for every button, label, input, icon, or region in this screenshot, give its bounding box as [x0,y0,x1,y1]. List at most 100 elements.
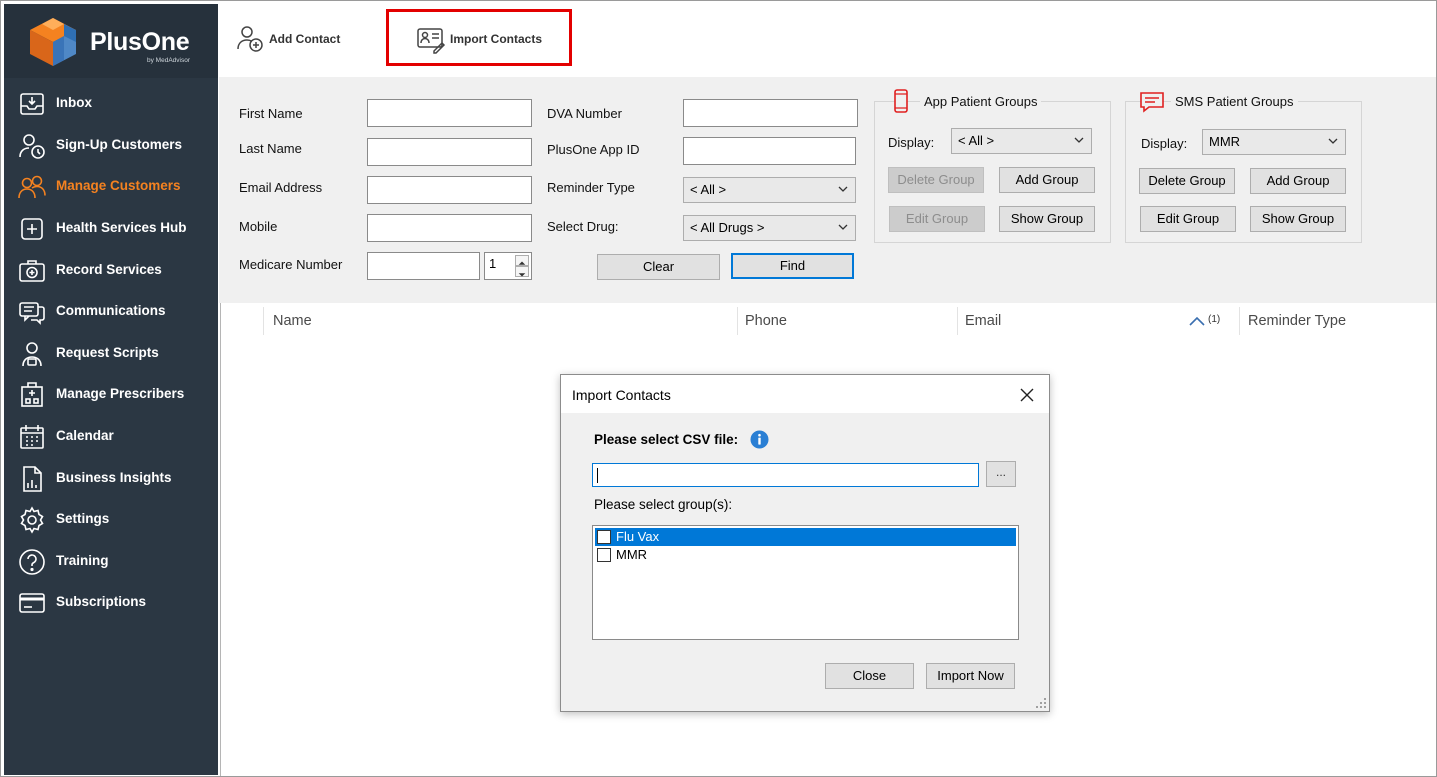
reminder-type-value: < All > [690,182,727,197]
calendar-icon [17,422,47,452]
mobile-label: Mobile [239,219,278,234]
card-icon [17,588,47,618]
dva-input[interactable] [683,99,858,127]
chevron-down-icon [838,186,848,192]
sms-display-value: MMR [1209,134,1241,149]
app-window: PlusOne by MedAdvisor Inbox Sign-Up Cust… [0,0,1437,777]
dialog-title: Import Contacts [572,387,671,403]
list-item[interactable]: Flu Vax [595,528,1016,546]
sidebar-item-inbox[interactable]: Inbox [4,83,218,123]
chevron-down-icon [1328,138,1338,144]
mobile-input[interactable] [367,214,532,242]
column-separator [957,307,958,335]
sidebar-item-business-insights[interactable]: Business Insights [4,458,218,498]
email-input[interactable] [367,176,532,204]
sidebar-item-subscriptions[interactable]: Subscriptions [4,582,218,622]
stepper-down-button[interactable] [515,266,529,277]
stepper-up-button[interactable] [515,255,529,266]
sidebar: PlusOne by MedAdvisor Inbox Sign-Up Cust… [4,4,218,775]
sms-display-select[interactable]: MMR [1202,129,1346,155]
app-display-select[interactable]: < All > [951,128,1092,154]
dialog-titlebar[interactable]: Import Contacts [561,375,1049,413]
question-icon [17,547,47,577]
last-name-label: Last Name [239,141,302,156]
reminder-type-select[interactable]: < All > [683,177,856,203]
first-name-input[interactable] [367,99,532,127]
chevron-down-icon [838,224,848,230]
chevron-down-icon [1074,137,1084,143]
sidebar-item-calendar[interactable]: Calendar [4,416,218,456]
import-now-button[interactable]: Import Now [926,663,1015,689]
group-select-label: Please select group(s): [594,497,733,512]
app-display-value: < All > [958,133,995,148]
dialog-close-button[interactable]: Close [825,663,914,689]
find-button[interactable]: Find [731,253,854,279]
medicare-irn-stepper[interactable]: 1 [484,252,532,280]
request-scripts-icon [17,339,47,369]
sidebar-item-record-services[interactable]: Record Services [4,250,218,290]
group-name: Flu Vax [616,529,660,544]
column-header-email[interactable]: Email [965,313,1001,329]
last-name-input[interactable] [367,138,532,166]
sidebar-item-sign-up-customers[interactable]: Sign-Up Customers [4,125,218,165]
sidebar-item-label: Sign-Up Customers [56,137,183,152]
sidebar-item-manage-prescribers[interactable]: Manage Prescribers [4,374,218,414]
list-item[interactable]: MMR [595,546,1016,564]
sidebar-item-label: Business Insights [56,470,172,485]
app-delete-group-button[interactable]: Delete Group [888,167,984,193]
column-header-phone[interactable]: Phone [745,313,787,329]
app-add-group-button[interactable]: Add Group [999,167,1095,193]
select-drug-select[interactable]: < All Drugs > [683,215,856,241]
sidebar-item-label: Health Services Hub [56,220,187,235]
sms-display-label: Display: [1141,136,1188,151]
sidebar-item-manage-customers[interactable]: Manage Customers [4,166,218,206]
gear-icon [17,505,47,535]
group-checkbox[interactable] [597,548,611,562]
sort-ascending-icon[interactable] [1188,315,1206,327]
app-show-group-button[interactable]: Show Group [999,206,1095,232]
sms-show-group-button[interactable]: Show Group [1250,206,1346,232]
medicare-input[interactable] [367,252,480,280]
sms-add-group-button[interactable]: Add Group [1250,168,1346,194]
sms-edit-group-button[interactable]: Edit Group [1140,206,1236,232]
sidebar-item-label: Manage Prescribers [56,386,185,401]
info-icon [750,430,769,449]
add-contact-label: Add Contact [269,32,341,46]
column-header-name[interactable]: Name [273,313,312,329]
brand-subtitle: by MedAdvisor [147,57,190,64]
reminder-type-label: Reminder Type [547,180,635,195]
csv-file-input[interactable] [592,463,979,487]
resize-grip-icon[interactable] [1035,697,1047,709]
sidebar-item-training[interactable]: Training [4,541,218,581]
column-separator [1239,307,1240,335]
email-label: Email Address [239,180,323,195]
sms-delete-group-button[interactable]: Delete Group [1139,168,1235,194]
record-services-icon [17,256,47,286]
manage-customers-icon [17,172,47,202]
add-contact-icon [237,26,263,52]
clear-button[interactable]: Clear [597,254,720,280]
group-checkbox[interactable] [597,530,611,544]
group-list[interactable]: Flu Vax MMR [592,525,1019,640]
app-id-label: PlusOne App ID [547,142,640,157]
sidebar-item-request-scripts[interactable]: Request Scripts [4,333,218,373]
communications-icon [17,297,47,327]
add-contact-button[interactable]: Add Contact [235,21,340,57]
select-drug-label: Select Drug: [547,219,619,234]
sms-patient-groups-title: SMS Patient Groups [1171,94,1298,109]
app-edit-group-button[interactable]: Edit Group [889,206,985,232]
sidebar-item-health-services-hub[interactable]: Health Services Hub [4,208,218,248]
sidebar-item-communications[interactable]: Communications [4,291,218,331]
sidebar-item-label: Settings [56,511,110,526]
close-icon[interactable] [1016,384,1038,406]
sidebar-item-label: Communications [56,303,166,318]
dva-label: DVA Number [547,106,622,121]
sms-message-icon [1140,92,1164,113]
sidebar-item-label: Inbox [56,95,92,110]
sidebar-item-settings[interactable]: Settings [4,499,218,539]
sidebar-item-label: Subscriptions [56,594,147,609]
browse-button[interactable]: ... [986,461,1016,487]
sidebar-item-label: Training [56,553,109,568]
app-id-input[interactable] [683,137,856,165]
column-header-reminder-type[interactable]: Reminder Type [1248,313,1346,329]
